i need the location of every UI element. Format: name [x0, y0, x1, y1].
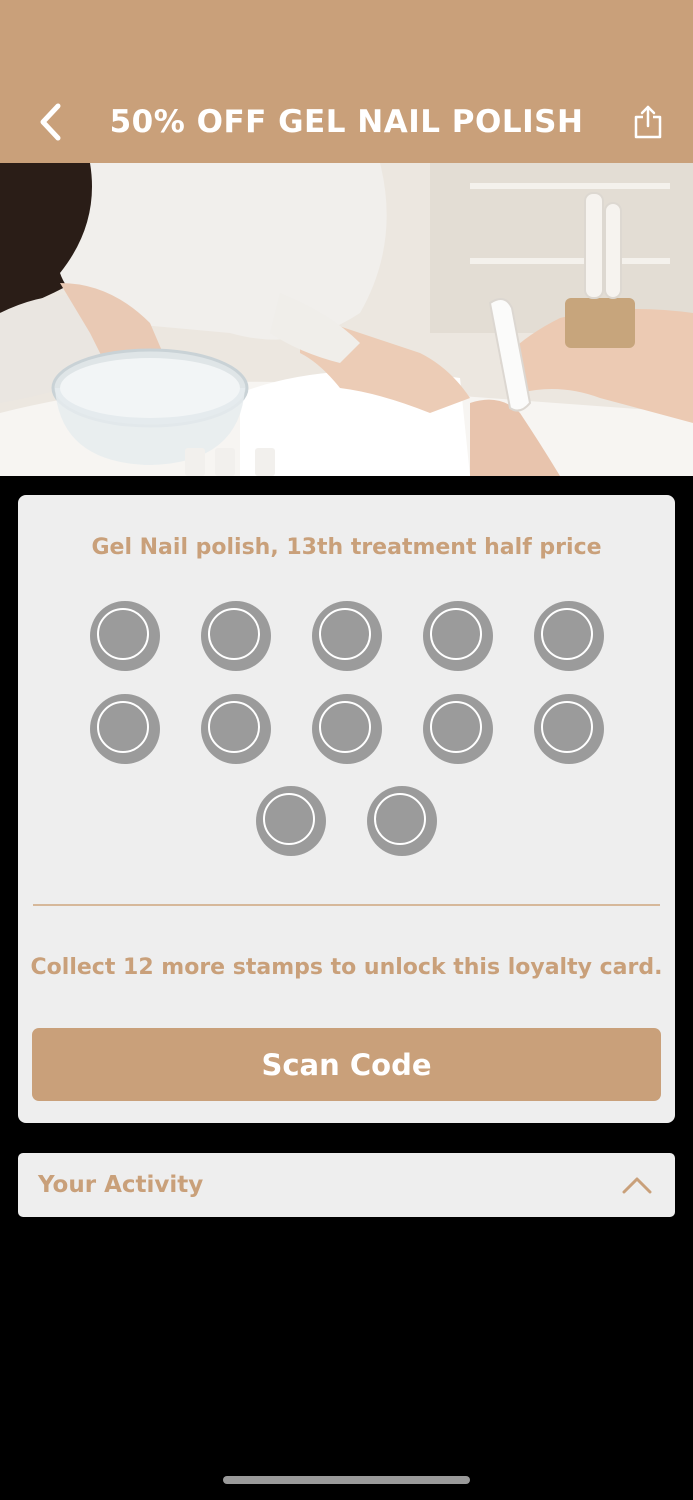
page-title: 50% OFF GEL NAIL POLISH — [109, 104, 584, 140]
card-divider — [33, 904, 660, 906]
share-button[interactable] — [626, 100, 670, 144]
activity-label: Your Activity — [38, 1172, 204, 1198]
stamp-slot — [367, 786, 437, 856]
activity-panel-toggle[interactable]: Your Activity — [18, 1153, 675, 1217]
stamp-slot — [201, 601, 271, 671]
stamp-slot — [256, 786, 326, 856]
stamp-slot — [201, 694, 271, 764]
unlock-message: Collect 12 more stamps to unlock this lo… — [30, 955, 663, 980]
scan-code-button[interactable]: Scan Code — [32, 1028, 661, 1101]
loyalty-card: Gel Nail polish, 13th treatment half pri… — [18, 495, 675, 1123]
stamp-slot — [312, 694, 382, 764]
stamp-slot — [423, 694, 493, 764]
share-icon — [634, 105, 662, 139]
home-indicator[interactable] — [223, 1476, 470, 1484]
stamp-slot — [534, 601, 604, 671]
stamp-slot — [423, 601, 493, 671]
stamp-slot — [90, 694, 160, 764]
stamp-slot — [534, 694, 604, 764]
chevron-left-icon — [40, 103, 61, 141]
app-screen: 50% OFF GEL NAIL POLISH Gel Nail polish,… — [0, 0, 693, 1500]
stamp-slot — [90, 601, 160, 671]
header-bar: 50% OFF GEL NAIL POLISH — [0, 0, 693, 163]
card-subtitle: Gel Nail polish, 13th treatment half pri… — [91, 535, 602, 560]
back-button[interactable] — [30, 100, 70, 144]
chevron-up-icon — [619, 1167, 655, 1203]
manicure-illustration — [0, 163, 693, 476]
hero-image — [0, 163, 693, 476]
stamp-slot — [312, 601, 382, 671]
